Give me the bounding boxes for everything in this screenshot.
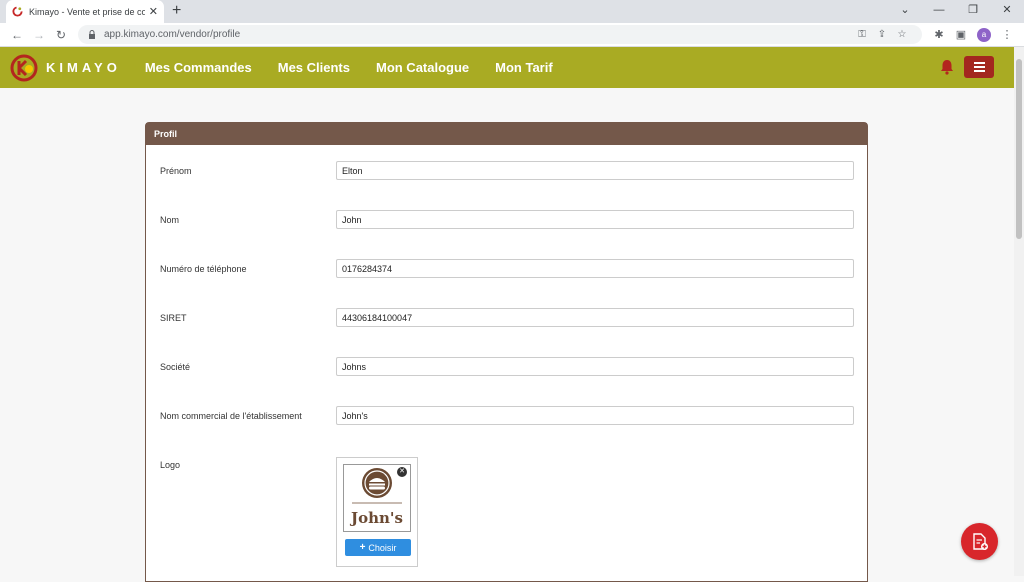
avatar[interactable]: a	[977, 27, 991, 42]
brand[interactable]: KIMAYO	[8, 52, 121, 84]
scrollbar-thumb[interactable]	[1016, 59, 1022, 239]
prenom-input[interactable]: Elton	[336, 161, 854, 180]
close-window-icon[interactable]: ✕	[990, 0, 1024, 23]
choose-logo-button[interactable]: + Choisir	[345, 539, 411, 556]
field-label: Nom commercial de l'établissement	[160, 411, 302, 421]
share-icon[interactable]: ⇪	[872, 29, 892, 40]
tab-close-icon[interactable]: ✕	[149, 5, 158, 18]
address-bar[interactable]: app.kimayo.com/vendor/profile ⚿ ⇪ ☆	[78, 25, 922, 44]
window-controls: ⌄ — ❐ ✕	[888, 0, 1024, 23]
siret-input[interactable]: 44306184100047	[336, 308, 854, 327]
star-icon[interactable]: ☆	[892, 29, 912, 40]
new-order-fab[interactable]	[961, 523, 998, 560]
logo-text: John's	[349, 509, 403, 527]
profile-panel: Profil Prénom Elton Nom John Numéro de t…	[145, 122, 868, 582]
societe-input[interactable]: Johns	[336, 357, 854, 376]
nav-link-clients[interactable]: Mes Clients	[278, 60, 350, 75]
browser-tabstrip: Kimayo - Vente et prise de comm ✕ + ⌄ — …	[0, 0, 1024, 23]
sidepanel-icon[interactable]: ▣	[950, 28, 972, 41]
plus-icon: +	[359, 542, 366, 553]
browser-toolbar: ← → ↻ app.kimayo.com/vendor/profile ⚿ ⇪ …	[0, 23, 1024, 47]
telephone-input[interactable]: 0176284374	[336, 259, 854, 278]
nav-link-catalogue[interactable]: Mon Catalogue	[376, 60, 469, 75]
panel-title: Profil	[146, 123, 867, 145]
field-label: Nom	[160, 215, 180, 225]
browser-tab[interactable]: Kimayo - Vente et prise de comm ✕	[6, 0, 164, 23]
field-label: Logo	[160, 460, 181, 470]
lock-icon	[89, 30, 95, 39]
document-add-icon	[972, 532, 988, 550]
choose-label: Choisir	[368, 542, 397, 553]
back-icon[interactable]: ←	[6, 28, 28, 42]
key-icon[interactable]: ⚿	[852, 29, 872, 40]
nom-commercial-input[interactable]: John's	[336, 406, 854, 425]
chevron-down-icon[interactable]: ⌄	[888, 0, 922, 23]
nom-input[interactable]: John	[336, 210, 854, 229]
url-text: app.kimayo.com/vendor/profile	[104, 29, 241, 40]
forward-icon[interactable]: →	[28, 28, 50, 42]
kebab-icon[interactable]: ⋮	[996, 28, 1018, 41]
restore-icon[interactable]: ❐	[956, 0, 990, 23]
remove-logo-icon[interactable]: ✕	[397, 467, 407, 477]
field-label: Numéro de téléphone	[160, 264, 247, 274]
new-tab-button[interactable]: +	[172, 2, 181, 20]
minimize-icon[interactable]: —	[922, 0, 956, 23]
field-label: Société	[160, 362, 191, 372]
nav-link-commandes[interactable]: Mes Commandes	[145, 60, 252, 75]
extensions-icon[interactable]: ✱	[928, 28, 950, 41]
field-label: SIRET	[160, 313, 187, 323]
logo-upload: John's ✕ + Choisir	[336, 457, 418, 567]
reload-icon[interactable]: ↻	[50, 28, 72, 42]
kimayo-favicon-icon	[12, 6, 23, 17]
page-scrollbar[interactable]	[1014, 47, 1024, 576]
nav-link-tarif[interactable]: Mon Tarif	[495, 60, 553, 75]
tab-title: Kimayo - Vente et prise de comm	[29, 6, 145, 17]
field-label: Prénom	[160, 166, 192, 176]
bell-icon[interactable]	[938, 58, 956, 76]
hamburger-menu-button[interactable]	[964, 56, 994, 78]
app-navbar: KIMAYO Mes Commandes Mes Clients Mon Cat…	[0, 47, 1024, 88]
kimayo-logo-icon	[10, 54, 38, 81]
brand-name: KIMAYO	[46, 60, 121, 75]
